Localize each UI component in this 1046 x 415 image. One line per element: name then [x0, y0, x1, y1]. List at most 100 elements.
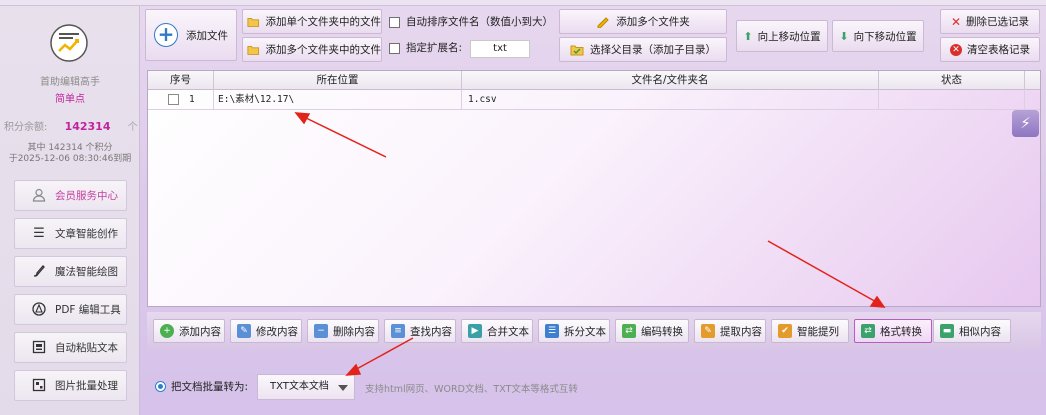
encoding-icon: ⇄ [622, 324, 636, 338]
clear-icon: ✕ [950, 43, 962, 56]
col-index-header[interactable]: 序号 [148, 71, 214, 90]
func-split-text-button[interactable]: ☰ 拆分文本 [538, 319, 610, 343]
func-label: 编码转换 [641, 325, 683, 338]
convert-format-select[interactable]: TXT文本文档 [257, 374, 355, 400]
add-file-label: 添加文件 [186, 29, 228, 42]
add-single-folder-button[interactable]: 添加单个文件夹中的文件 [242, 9, 382, 34]
func-merge-text-button[interactable]: ▶ 合并文本 [461, 319, 533, 343]
func-label: 提取内容 [720, 325, 762, 338]
func-find-content-button[interactable]: ≡ 查找内容 [384, 319, 456, 343]
ext-input[interactable]: txt [470, 40, 531, 58]
sidebar-item-member[interactable]: 会员服务中心 [14, 180, 127, 211]
folder-icon [247, 17, 260, 27]
edit-icon: ✎ [237, 324, 251, 338]
move-up-label: 向上移动位置 [757, 30, 821, 43]
func-encoding-button[interactable]: ⇄ 编码转换 [615, 319, 689, 343]
func-format-convert-button[interactable]: ⇄ 格式转换 [854, 319, 932, 343]
col-status-header[interactable]: 状态 [879, 71, 1025, 90]
table-header: 序号 所在位置 文件名/文件夹名 状态 [148, 71, 1040, 90]
table-row[interactable]: 1 E:\素材\12.17\ 1.csv [148, 90, 1040, 110]
row-index-cell: 1 [148, 90, 214, 110]
move-down-button[interactable]: ⬇ 向下移动位置 [832, 20, 924, 52]
sidebar-item-label: 魔法智能绘图 [55, 266, 118, 278]
function-bar: + 添加内容 ✎ 修改内容 − 删除内容 ≡ 查找内容 ▶ 合并文本 ☰ 拆分文本 ⇄ 编码转… [147, 312, 1041, 350]
folder-icon [247, 45, 260, 55]
chevron-down-icon [338, 385, 348, 391]
delete-selected-button[interactable]: ✕ 删除已选记录 [940, 9, 1040, 34]
func-label: 格式转换 [880, 325, 922, 338]
select-parent-button[interactable]: 选择父目录（添加子目录） [559, 37, 727, 62]
convert-options: 把文档批量转为: TXT文本文档 支持html网页、WORD文档、TXT文本等格… [147, 352, 1041, 415]
sidebar-item-article[interactable]: ☰ 文章智能创作 [14, 218, 127, 249]
file-table[interactable]: 序号 所在位置 文件名/文件夹名 状态 1 E:\素材\12.17\ 1.csv [147, 70, 1041, 307]
auto-sort-option[interactable]: 自动排序文件名（数值小到大） [389, 14, 553, 29]
func-extract-button[interactable]: ✎ 提取内容 [694, 319, 766, 343]
convert-hint: 支持html网页、WORD文档、TXT文本等格式互转 [365, 384, 578, 395]
image-icon [31, 378, 47, 394]
sidebar-item-image[interactable]: 图片批量处理 [14, 370, 127, 401]
plus-icon: + [154, 23, 178, 47]
func-edit-content-button[interactable]: ✎ 修改内容 [230, 319, 302, 343]
func-label: 删除内容 [333, 325, 375, 338]
add-multi-folder-files-button[interactable]: 添加多个文件夹中的文件 [242, 37, 382, 62]
x-icon: ✕ [950, 14, 962, 29]
clear-table-button[interactable]: ✕ 清空表格记录 [940, 37, 1040, 62]
sidebar-item-label: 自动粘贴文本 [55, 342, 118, 354]
func-label: 合并文本 [487, 325, 529, 338]
func-label: 智能提列 [797, 325, 839, 338]
func-label: 相似内容 [959, 325, 1001, 338]
col-name-header[interactable]: 文件名/文件夹名 [462, 71, 879, 90]
func-add-content-button[interactable]: + 添加内容 [153, 319, 225, 343]
sidebar: 首助编辑高手 简单点 积分余额: 142314 个 其中 142314 个积分 … [0, 6, 140, 415]
specify-ext-option[interactable]: 指定扩展名: txt [389, 40, 531, 58]
sidebar-item-label: PDF 编辑工具 [55, 304, 121, 316]
sidebar-item-paste[interactable]: 自动粘贴文本 [14, 332, 127, 363]
func-label: 拆分文本 [564, 325, 606, 338]
arrow-up-icon: ⬆ [743, 29, 753, 43]
select-parent-label: 选择父目录（添加子目录） [590, 44, 716, 56]
sidebar-item-drawing[interactable]: 魔法智能绘图 [14, 256, 127, 287]
move-down-label: 向下移动位置 [853, 30, 917, 43]
auto-sort-label: 自动排序文件名（数值小到大） [406, 16, 553, 28]
auto-sort-checkbox[interactable] [389, 16, 400, 28]
move-up-button[interactable]: ⬆ 向上移动位置 [736, 20, 828, 52]
sidebar-item-label: 文章智能创作 [55, 228, 118, 240]
col-location-header[interactable]: 所在位置 [214, 71, 462, 90]
specify-ext-checkbox[interactable] [389, 42, 400, 54]
convert-label: 把文档批量转为: [171, 381, 249, 393]
points-unit: 个 [127, 122, 138, 133]
brand-subtitle: 简单点 [55, 94, 85, 105]
func-label: 修改内容 [256, 325, 298, 338]
brand-name: 首助编辑高手 [40, 77, 100, 88]
func-smart-column-button[interactable]: ✔ 智能提列 [771, 319, 849, 343]
delete-doc-icon: − [314, 324, 328, 338]
row-name: 1.csv [462, 90, 879, 110]
points-balance: 积分余额: 142314 个 [4, 118, 138, 133]
func-similar-content-button[interactable]: ▬ 相似内容 [933, 319, 1011, 343]
add-multi-folder-files-label: 添加多个文件夹中的文件 [265, 44, 382, 56]
points-detail-line1: 其中 142314 个积分 [27, 143, 113, 153]
clear-table-label: 清空表格记录 [967, 44, 1030, 56]
convert-format-value: TXT文本文档 [270, 381, 329, 392]
convert-radio[interactable] [155, 381, 166, 392]
sidebar-item-label: 图片批量处理 [55, 380, 118, 392]
add-file-button[interactable]: + 添加文件 [145, 9, 237, 61]
row-checkbox[interactable] [168, 94, 179, 105]
specify-ext-label: 指定扩展名: [406, 42, 463, 54]
pdf-icon [31, 301, 47, 318]
list-icon: ☰ [33, 225, 45, 241]
func-delete-content-button[interactable]: − 删除内容 [307, 319, 379, 343]
add-multi-folders-button[interactable]: 添加多个文件夹 [559, 9, 727, 34]
add-circle-icon: + [160, 324, 174, 338]
lightning-tool-icon[interactable]: ⚡ [1012, 110, 1039, 137]
split-icon: ☰ [545, 324, 559, 338]
merge-icon: ▶ [468, 324, 482, 338]
smart-column-icon: ✔ [778, 324, 792, 338]
person-icon [31, 188, 47, 204]
sidebar-item-pdf[interactable]: PDF 编辑工具 [14, 294, 127, 325]
add-multi-folders-label: 添加多个文件夹 [616, 16, 690, 28]
points-detail: 其中 142314 个积分 于2025-12-06 08:30:46到期 [0, 143, 140, 165]
pencil-icon [597, 16, 609, 28]
arrow-down-icon: ⬇ [839, 29, 849, 43]
format-convert-icon: ⇄ [861, 324, 875, 338]
